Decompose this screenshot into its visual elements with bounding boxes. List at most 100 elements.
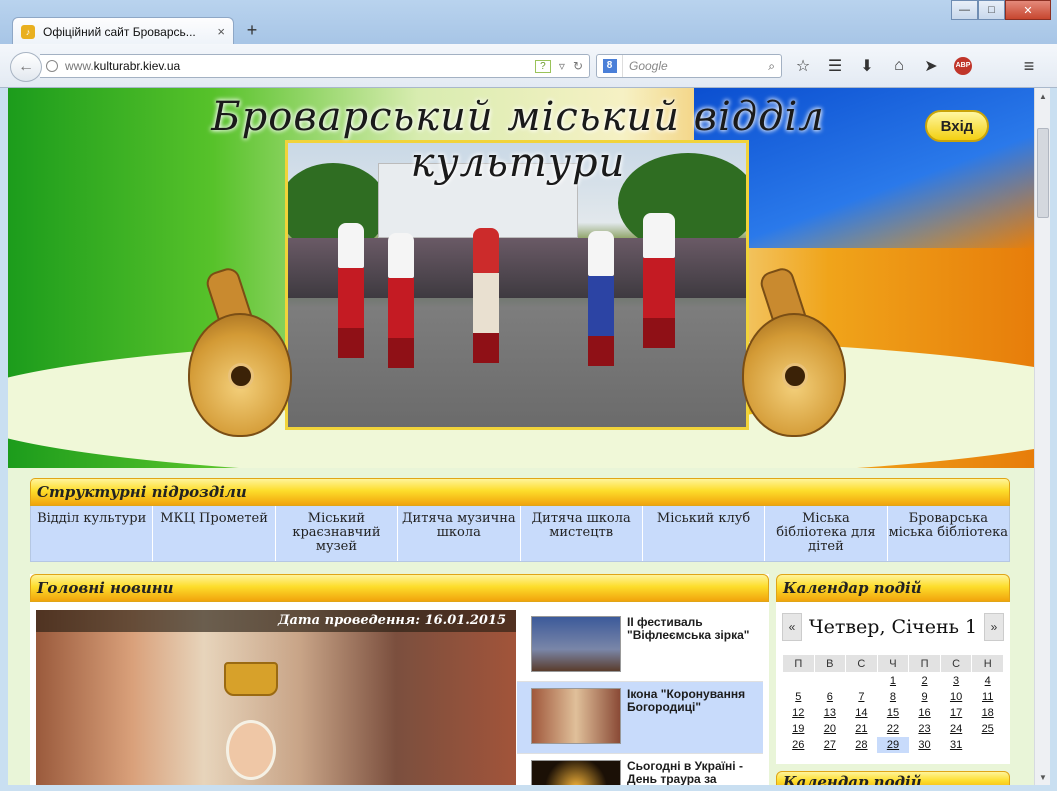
calendar-day[interactable]: 1 (877, 673, 909, 689)
dropdown-icon[interactable]: ▿ (559, 59, 565, 73)
structure-item[interactable]: Броварська міська бібліотека (888, 506, 1009, 561)
news-thumbnail (531, 616, 621, 672)
news-item-title[interactable]: Сьогодні в Україні - День траура за (627, 760, 755, 786)
site-title: Броварський міський відділ культури (211, 94, 825, 186)
calendar-empty-cell (972, 737, 1004, 753)
calendar-day[interactable]: 2 (909, 673, 941, 689)
calendar-day[interactable]: 13 (814, 705, 846, 721)
calendar-prev-button[interactable]: « (782, 613, 802, 641)
weekday-header: С (939, 654, 973, 673)
dancer (588, 231, 614, 381)
minimize-button[interactable]: — (951, 0, 978, 20)
adblock-label: ABP (954, 57, 972, 75)
calendar-day[interactable]: 10 (940, 689, 972, 705)
calendar-day[interactable]: 27 (814, 737, 846, 753)
calendar-week: 19 20 21 22 23 24 25 (783, 721, 1004, 737)
calendar-day[interactable]: 21 (846, 721, 878, 737)
calendar-day[interactable]: 22 (877, 721, 909, 737)
next-section: Календар подій (776, 771, 1010, 785)
tab-title: Офіційний сайт Броварсь... (43, 24, 196, 39)
web-page: Броварський міський відділ культури Вхід… (8, 88, 1034, 785)
news-item-title[interactable]: Ікона "Коронування Богородиці" (627, 688, 755, 747)
calendar-section: Календар подій « Четвер, Січень 1 » П В … (776, 574, 1010, 764)
calendar-day[interactable]: 18 (972, 705, 1004, 721)
news-section: Головні новини Дата проведення: 16.01.20… (30, 574, 769, 785)
close-window-button[interactable]: ✕ (1005, 0, 1051, 20)
calendar-day[interactable]: 16 (909, 705, 941, 721)
dancer (643, 213, 675, 363)
share-icon[interactable]: ➤ (918, 54, 944, 78)
calendar-day[interactable]: 30 (909, 737, 941, 753)
browser-tab[interactable]: ♪ Офіційний сайт Броварсь... × (12, 17, 234, 45)
calendar-heading: Календар подій (776, 574, 1010, 602)
structure-item[interactable]: Міський краєзнавчий музей (276, 506, 399, 561)
news-list: ІІ фестиваль "Віфлеємська зірка" Ікона "… (517, 610, 763, 785)
calendar-day[interactable]: 14 (846, 705, 878, 721)
help-icon[interactable]: ? (534, 59, 551, 73)
structure-item[interactable]: Відділ культури (31, 506, 154, 561)
weekday-header: П (782, 654, 815, 673)
calendar-day[interactable]: 6 (814, 689, 846, 705)
calendar-day[interactable]: 8 (877, 689, 909, 705)
calendar-day[interactable]: 24 (940, 721, 972, 737)
structure-item[interactable]: Дитяча музична школа (398, 506, 521, 561)
login-button[interactable]: Вхід (925, 110, 989, 142)
reload-icon[interactable]: ↻ (573, 59, 583, 73)
calendar-day[interactable]: 29 (877, 736, 909, 753)
scroll-down-icon[interactable]: ▼ (1035, 769, 1051, 785)
news-item[interactable]: ІІ фестиваль "Віфлеємська зірка" (517, 610, 763, 682)
calendar-day[interactable]: 31 (940, 737, 972, 753)
news-item[interactable]: Ікона "Коронування Богородиці" (517, 682, 763, 754)
bookmarks-list-icon[interactable]: ☰ (822, 54, 848, 78)
bookmark-star-icon[interactable]: ☆ (790, 54, 816, 78)
calendar-day[interactable]: 5 (783, 689, 815, 705)
maximize-button[interactable]: □ (978, 0, 1005, 20)
calendar-day[interactable]: 3 (940, 673, 972, 689)
calendar-day[interactable]: 26 (783, 737, 815, 753)
news-date: Дата проведення: 16.01.2015 (36, 610, 516, 632)
calendar-day[interactable]: 25 (972, 721, 1004, 737)
search-icon[interactable]: ⌕ (768, 59, 781, 74)
calendar-day[interactable]: 12 (783, 705, 815, 721)
url-prefix: www. (65, 59, 94, 73)
calendar-day[interactable]: 15 (877, 705, 909, 721)
news-item-title[interactable]: ІІ фестиваль "Віфлеємська зірка" (627, 616, 755, 675)
address-bar[interactable]: www. kulturabr.kiev.ua ? ▿ ↻ (40, 54, 590, 78)
download-icon[interactable]: ⬇ (854, 54, 880, 78)
search-engine-selector[interactable]: 8 (597, 55, 623, 77)
tab-close-icon[interactable]: × (217, 24, 225, 39)
structure-item[interactable]: Міський клуб (643, 506, 766, 561)
dancer (388, 233, 414, 383)
calendar-day[interactable]: 7 (846, 689, 878, 705)
weekday-header: П (908, 654, 941, 673)
structure-item[interactable]: Дитяча школа мистецтв (521, 506, 643, 561)
calendar-day[interactable]: 28 (846, 737, 878, 753)
calendar-day[interactable]: 17 (940, 705, 972, 721)
menu-icon[interactable]: ≡ (1014, 54, 1044, 78)
scroll-up-icon[interactable]: ▲ (1035, 88, 1051, 104)
page-scrollbar[interactable]: ▲ ▼ (1034, 88, 1050, 785)
scrollbar-thumb[interactable] (1037, 128, 1049, 218)
structure-item[interactable]: Міська бібліотека для дітей (765, 506, 888, 561)
calendar-next-button[interactable]: » (984, 613, 1004, 641)
calendar-day[interactable]: 19 (783, 721, 815, 737)
calendar-days: 1 2 3 4 5 6 7 8 9 10 11 12 13 14 15 16 17 18 19 20 21 22 23 24 2… (783, 673, 1004, 753)
search-input[interactable]: Google (629, 59, 668, 73)
calendar-day[interactable]: 11 (972, 689, 1004, 705)
search-bar[interactable]: 8 Google ⌕ (596, 54, 782, 78)
calendar-day[interactable]: 4 (972, 673, 1004, 689)
search-engine-icon: 8 (602, 59, 617, 73)
calendar-grid: П В С Ч П С Н 1 2 3 4 5 6 7 8 9 10 11 12 13 14 15 16 17 1… (782, 654, 1004, 753)
back-button[interactable]: ← (10, 52, 42, 82)
calendar-day[interactable]: 9 (909, 689, 941, 705)
structure-heading: Структурні підрозділи (30, 478, 1010, 506)
news-item[interactable]: Сьогодні в Україні - День траура за (517, 754, 763, 785)
calendar-day[interactable]: 20 (814, 721, 846, 737)
news-featured-image[interactable]: Дата проведення: 16.01.2015 (36, 610, 516, 785)
structure-item[interactable]: МКЦ Прометей (153, 506, 276, 561)
adblock-icon[interactable]: ABP (950, 54, 976, 78)
home-icon[interactable]: ⌂ (886, 54, 912, 78)
new-tab-button[interactable]: + (242, 20, 262, 40)
calendar-day[interactable]: 23 (909, 721, 941, 737)
site-banner: Броварський міський відділ культури Вхід (8, 88, 1034, 468)
